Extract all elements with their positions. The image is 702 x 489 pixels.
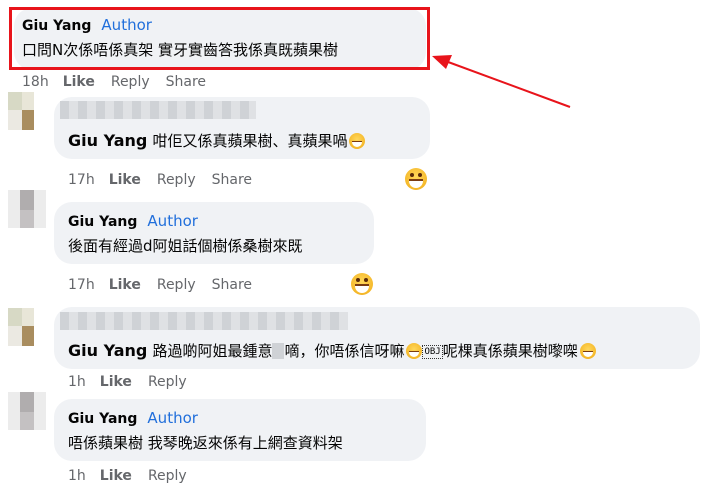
avatar[interactable] xyxy=(8,92,46,130)
grimacing-emoji-icon xyxy=(579,343,596,359)
grinning-emoji-icon xyxy=(349,133,366,149)
reply-button[interactable]: Reply xyxy=(157,172,196,188)
comment-2-body: Giu Yang 咁佢又係真蘋果樹、真蘋果喎 xyxy=(68,130,366,151)
comment-time[interactable]: 1h xyxy=(68,374,86,390)
object-placeholder-icon: OBJ xyxy=(422,345,443,359)
comment-5-text: 唔係蘋果樹 我琴晚返來係有上網查資料架 xyxy=(68,434,343,452)
comment-3-header: Giu Yang Author xyxy=(68,211,198,230)
comment-3-actions: 17h Like Reply Share xyxy=(68,277,268,293)
redacted-name xyxy=(60,101,256,119)
like-button[interactable]: Like xyxy=(100,374,132,390)
commenter-name[interactable]: Giu Yang xyxy=(68,214,137,230)
comment-4-actions: 1h Like Reply xyxy=(68,374,203,390)
author-badge: Author xyxy=(147,409,198,427)
commenter-name[interactable]: Giu Yang xyxy=(22,18,91,34)
like-button[interactable]: Like xyxy=(100,468,132,484)
comment-time[interactable]: 17h xyxy=(68,277,95,293)
reply-button[interactable]: Reply xyxy=(157,277,196,293)
comment-3-text: 後面有經過d阿姐話個樹係桑樹來既 xyxy=(68,237,303,255)
comment-time[interactable]: 18h xyxy=(22,74,49,90)
comment-4-text-part1: 路過啲阿姐最鍾意 xyxy=(152,342,273,360)
commenter-name[interactable]: Giu Yang xyxy=(68,341,147,360)
comment-4-text-part3: 呢棵真係蘋果樹嚟㗎 xyxy=(442,342,578,360)
comment-2-actions: 17h Like Reply Share xyxy=(68,172,268,188)
like-button[interactable]: Like xyxy=(109,172,141,188)
grinning-emoji-icon xyxy=(406,343,423,359)
share-button[interactable]: Share xyxy=(166,74,206,90)
comment-5-header: Giu Yang Author xyxy=(68,408,198,427)
share-button[interactable]: Share xyxy=(212,172,252,188)
comment-1-text: 口問N次係唔係真架 實牙實齒答我係真既蘋果樹 xyxy=(22,41,338,59)
reply-button[interactable]: Reply xyxy=(148,374,187,390)
grinning-emoji-icon xyxy=(351,273,373,295)
avatar[interactable] xyxy=(8,308,46,346)
author-badge: Author xyxy=(101,16,152,34)
red-arrow-annotation xyxy=(432,55,571,108)
comment-5-actions: 1h Like Reply xyxy=(68,468,203,484)
avatar[interactable] xyxy=(8,190,46,228)
comment-4-body: Giu Yang 路過啲阿姐最鍾意 嘀，你唔係信呀嘛 OBJ 呢棵真係蘋果樹嚟㗎 xyxy=(68,340,596,361)
avatar[interactable] xyxy=(8,392,46,430)
like-button[interactable]: Like xyxy=(63,74,95,90)
commenter-name[interactable]: Giu Yang xyxy=(68,411,137,427)
comment-1-actions: 18h Like Reply Share xyxy=(22,74,222,90)
comment-4-text-part2: 嘀，你唔係信呀嘛 xyxy=(284,342,405,360)
share-button[interactable]: Share xyxy=(212,277,252,293)
comment-time[interactable]: 1h xyxy=(68,468,86,484)
comment-time[interactable]: 17h xyxy=(68,172,95,188)
redacted-name xyxy=(60,312,348,330)
author-badge: Author xyxy=(147,212,198,230)
comment-2-text: 咁佢又係真蘋果樹、真蘋果喎 xyxy=(152,132,348,150)
comment-1-header: Giu Yang Author xyxy=(22,15,152,34)
reply-button[interactable]: Reply xyxy=(148,468,187,484)
blurred-text xyxy=(272,343,285,359)
commenter-name[interactable]: Giu Yang xyxy=(68,131,147,150)
like-button[interactable]: Like xyxy=(109,277,141,293)
reply-button[interactable]: Reply xyxy=(111,74,150,90)
grinning-emoji-icon xyxy=(405,168,427,190)
